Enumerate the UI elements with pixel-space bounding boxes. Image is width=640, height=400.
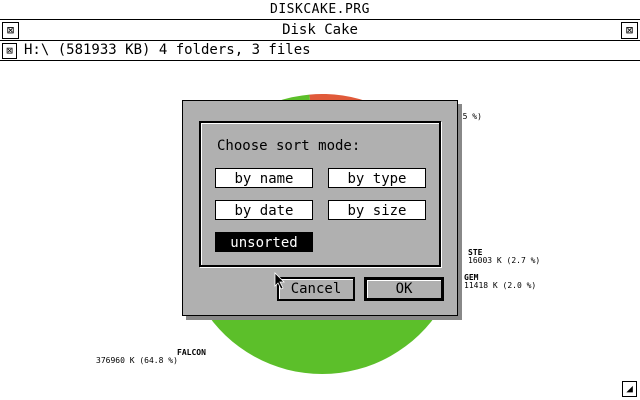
info-close-icon[interactable]: ⊠ <box>2 43 17 59</box>
mouse-pointer-icon <box>274 272 285 290</box>
window-title: Disk Cake <box>282 22 358 38</box>
sort-prompt: Choose sort mode: <box>217 138 361 154</box>
full-box-icon[interactable]: ⊠ <box>621 22 638 39</box>
option-by-size[interactable]: by size <box>328 200 426 220</box>
option-by-date[interactable]: by date <box>215 200 313 220</box>
app-title: DISKCAKE.PRG <box>270 2 370 17</box>
pie-value-gem: 11418 K (2.0 %) <box>464 281 536 290</box>
menu-bar: DISKCAKE.PRG <box>0 0 640 20</box>
pie-value-falcon: 376960 K (64.8 %) <box>96 356 178 365</box>
pie-value-ste: 16003 K (2.7 %) <box>468 256 540 265</box>
window-title-bar[interactable]: ⊠ Disk Cake ⊠ <box>0 20 640 41</box>
option-unsorted[interactable]: unsorted <box>215 232 313 252</box>
sort-mode-dialog: Choose sort mode: by name by type by dat… <box>182 100 458 316</box>
drive-info: H:\ (581933 KB) 4 folders, 3 files <box>24 42 311 58</box>
resize-icon[interactable]: ◢ <box>622 381 637 397</box>
option-by-type[interactable]: by type <box>328 168 426 188</box>
pie-name-falcon: FALCON <box>177 348 206 357</box>
cancel-button[interactable]: Cancel <box>277 277 355 301</box>
option-by-name[interactable]: by name <box>215 168 313 188</box>
window-info-bar: ⊠ H:\ (581933 KB) 4 folders, 3 files <box>0 41 640 61</box>
ok-button[interactable]: OK <box>364 277 444 301</box>
